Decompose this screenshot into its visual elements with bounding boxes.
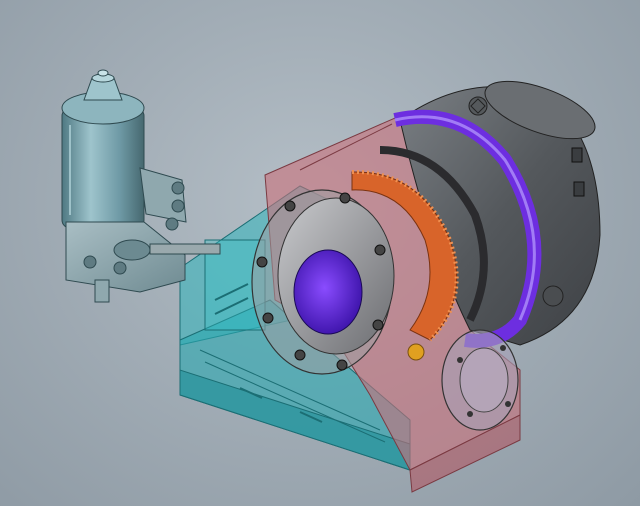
cad-viewport[interactable] [0, 0, 640, 506]
drive-motor[interactable] [61, 69, 145, 229]
end-cap[interactable] [441, 329, 519, 431]
cad-model-scene[interactable] [0, 0, 640, 506]
spindle-flange[interactable] [251, 189, 395, 375]
